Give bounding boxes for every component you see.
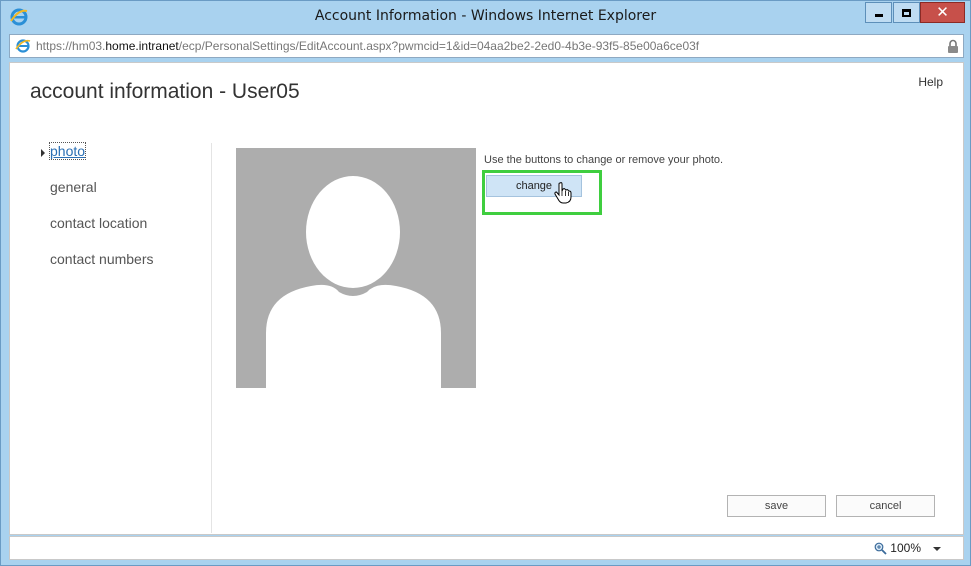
zoom-level: 100%	[890, 541, 921, 555]
url-path: /ecp/PersonalSettings/EditAccount.aspx?p…	[178, 39, 700, 53]
nav-item-label: general	[50, 179, 97, 195]
address-url: https://hm03.home.intranet/ecp/PersonalS…	[36, 39, 699, 53]
ie-page-icon	[15, 39, 31, 53]
photo-instructions: Use the buttons to change or remove your…	[484, 154, 724, 166]
nav-divider	[211, 143, 212, 533]
person-placeholder-icon	[266, 176, 441, 388]
page-title: account information - User05	[30, 80, 300, 103]
lock-icon[interactable]	[947, 39, 959, 54]
browser-window: Account Information - Windows Internet E…	[0, 0, 971, 566]
zoom-icon	[874, 542, 887, 555]
url-host: home.intranet	[105, 39, 179, 53]
window-title: Account Information - Windows Internet E…	[314, 8, 657, 24]
nav-item-photo[interactable]: photo	[39, 142, 209, 179]
minimize-icon	[874, 14, 883, 17]
profile-photo	[236, 148, 476, 388]
selected-arrow-icon	[41, 149, 45, 157]
maximize-icon	[902, 8, 911, 17]
nav-item-contact-numbers[interactable]: contact numbers	[39, 251, 209, 287]
nav-item-label: contact numbers	[50, 251, 154, 267]
maximize-button[interactable]	[893, 2, 920, 23]
close-window-button[interactable]: ✕	[920, 2, 965, 23]
address-bar[interactable]: https://hm03.home.intranet/ecp/PersonalS…	[9, 34, 964, 58]
help-link[interactable]: Help	[918, 75, 943, 89]
close-icon: ✕	[936, 3, 949, 21]
minimize-button[interactable]	[865, 2, 892, 23]
hand-cursor-icon	[554, 182, 572, 204]
nav-item-general[interactable]: general	[39, 179, 209, 215]
section-nav: photo general contact location contact n…	[39, 142, 209, 287]
nav-item-contact-location[interactable]: contact location	[39, 215, 209, 251]
zoom-control[interactable]: 100%	[874, 541, 921, 555]
nav-item-label: photo	[48, 142, 87, 160]
title-bar: Account Information - Windows Internet E…	[1, 1, 970, 33]
save-button[interactable]: save	[727, 495, 826, 517]
nav-item-label: contact location	[50, 215, 148, 231]
dialog-content: account information - User05 Help photo …	[9, 62, 964, 535]
zoom-dropdown-icon[interactable]	[933, 547, 941, 551]
status-bar: 100%	[9, 536, 964, 560]
url-prefix: https://hm03.	[36, 39, 106, 53]
cancel-button[interactable]: cancel	[836, 495, 935, 517]
